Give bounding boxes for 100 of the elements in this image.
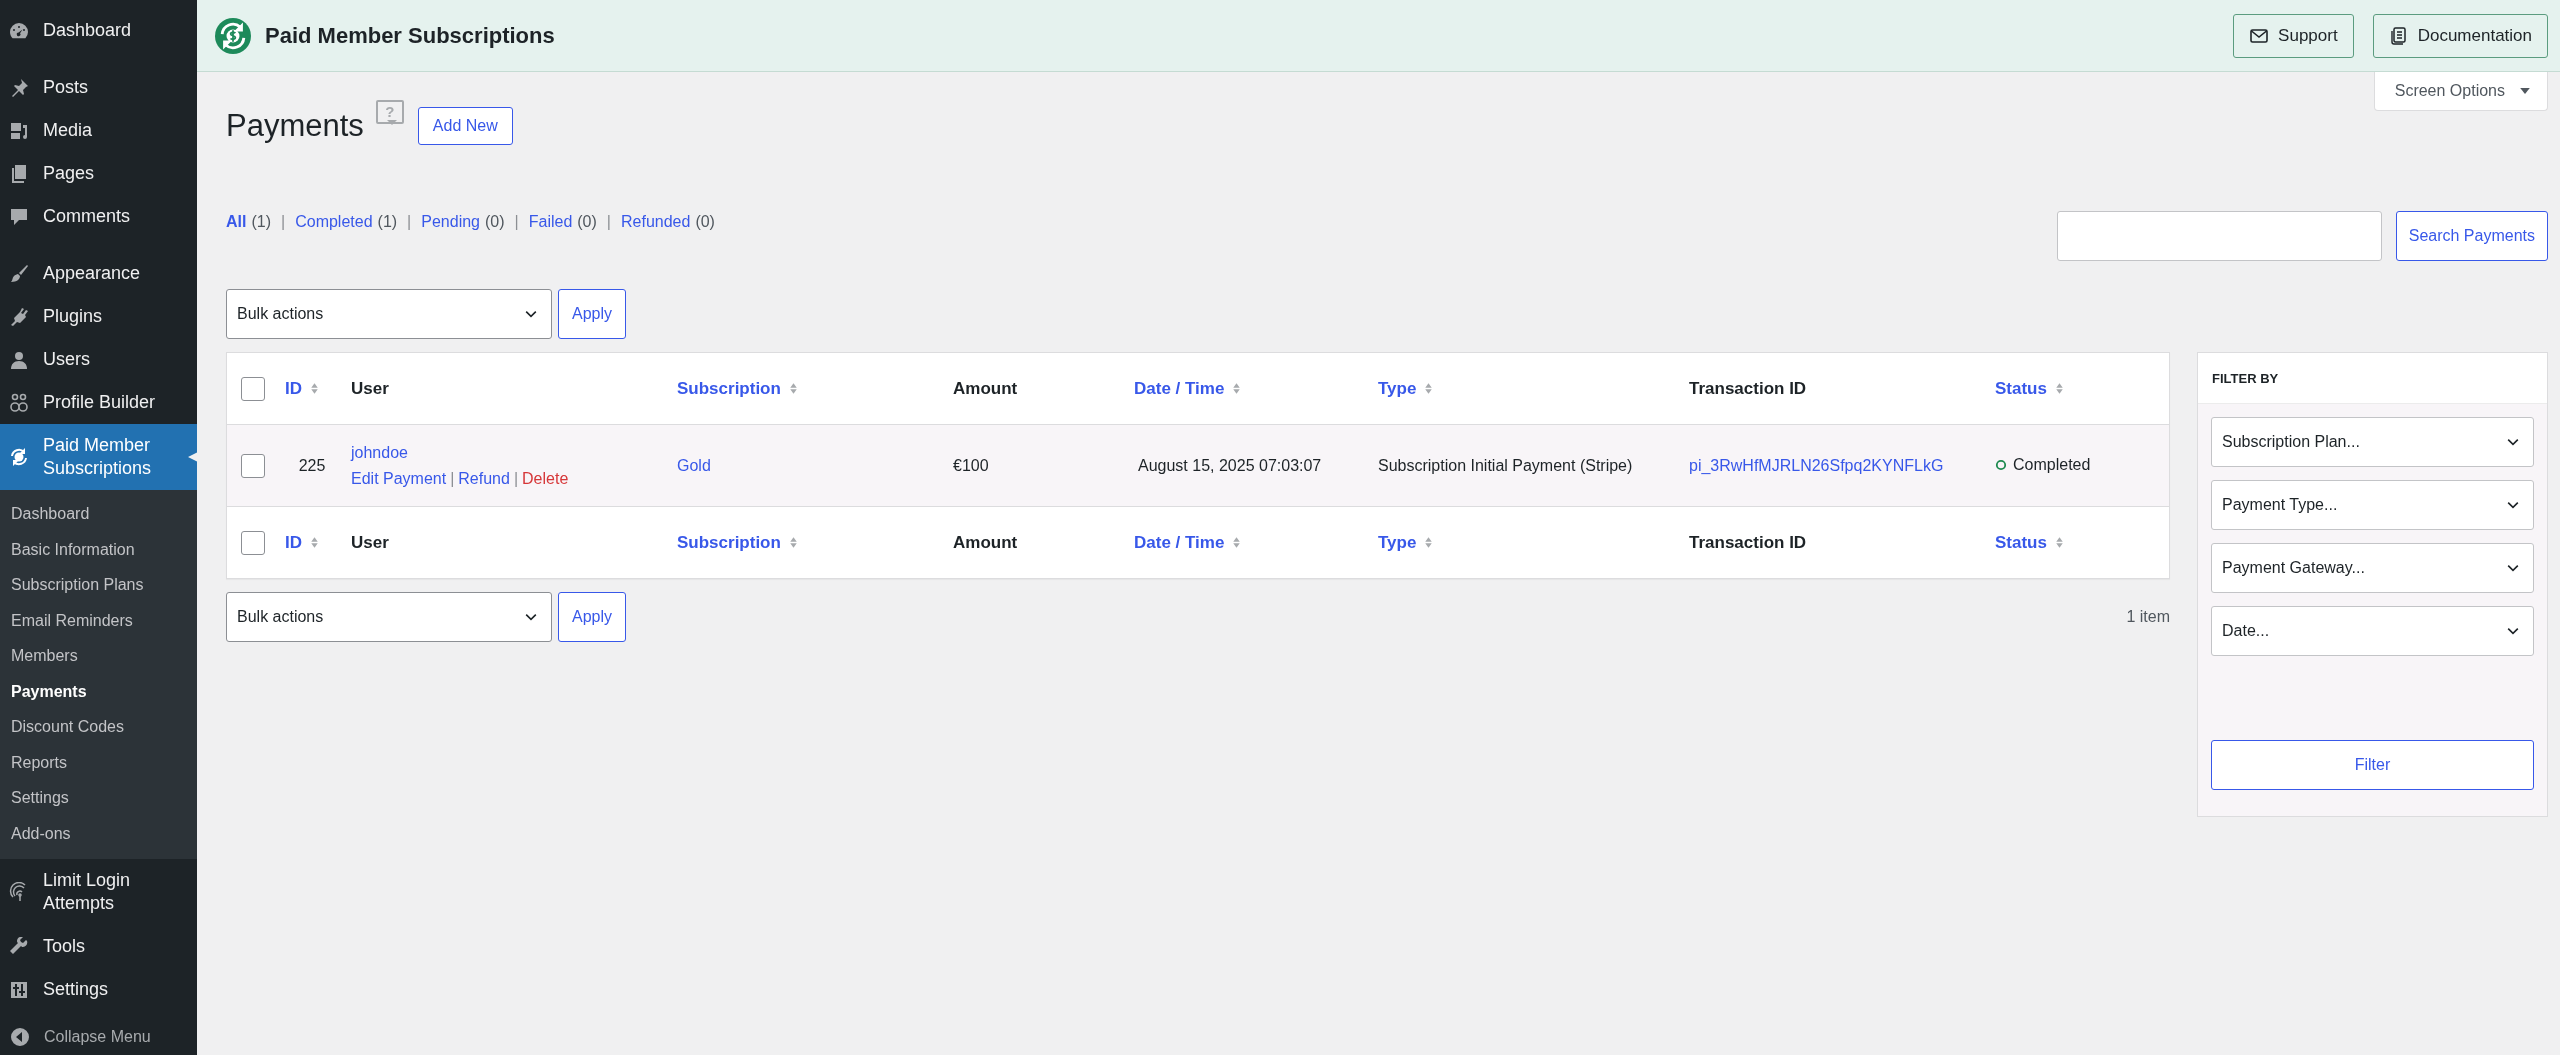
column-header-link[interactable]: Subscription xyxy=(677,532,781,552)
separator: | xyxy=(513,469,519,488)
filter-select[interactable]: Date... xyxy=(2211,606,2534,656)
menu-item[interactable]: Limit Login Attempts xyxy=(0,859,197,925)
submenu-item[interactable]: Members xyxy=(0,638,197,674)
row-checkbox[interactable] xyxy=(241,453,265,478)
submenu-item[interactable]: Discount Codes xyxy=(0,709,197,745)
collapse-arrow-icon xyxy=(10,1027,30,1047)
plugin-title: Paid Member Subscriptions xyxy=(265,22,555,49)
filter-link[interactable]: Pending xyxy=(421,213,480,231)
wrench-icon xyxy=(9,936,29,957)
separator: | xyxy=(606,213,611,231)
dollar-cycle-logo-icon xyxy=(215,17,251,54)
separator: | xyxy=(450,469,455,488)
filter-link[interactable]: Completed xyxy=(295,213,373,231)
search-field[interactable] xyxy=(2056,211,2382,261)
menu-item[interactable]: Settings xyxy=(0,968,197,1011)
menu-item[interactable]: Comments xyxy=(0,195,197,238)
separator: | xyxy=(407,213,412,231)
filter-link[interactable]: Failed xyxy=(528,213,573,231)
submenu-item[interactable]: Email Reminders xyxy=(0,602,197,638)
menu-item[interactable]: Paid Member Subscriptions xyxy=(0,424,197,490)
submenu-item[interactable]: Dashboard xyxy=(0,496,197,532)
filter-select[interactable]: Payment Type... xyxy=(2211,480,2534,530)
screen-options-tab[interactable]: Screen Options xyxy=(2373,72,2548,111)
column-header-link[interactable]: ID xyxy=(285,532,302,552)
media-icon xyxy=(9,120,29,141)
column-header: User xyxy=(351,378,389,398)
column-header: Transaction ID xyxy=(1689,378,1807,398)
filter-link[interactable]: All xyxy=(226,213,247,231)
menu-item[interactable]: Profile Builder xyxy=(0,381,197,424)
user-link[interactable]: johndoe xyxy=(351,443,408,461)
documents-icon xyxy=(2388,25,2409,46)
filter-button[interactable]: Filter xyxy=(2211,740,2534,790)
select-all-checkbox[interactable] xyxy=(241,530,265,555)
plug-icon xyxy=(9,306,29,327)
item-count: 1 item xyxy=(2126,608,2170,626)
header-button[interactable]: Documentation xyxy=(2372,13,2548,58)
count-text: (0) xyxy=(485,213,505,231)
menu-item[interactable]: Plugins xyxy=(0,295,197,338)
menu-item[interactable]: Users xyxy=(0,338,197,381)
count-text: (0) xyxy=(577,213,597,231)
menu-item[interactable]: Posts xyxy=(0,66,197,109)
collapse-menu-button[interactable]: Collapse Menu xyxy=(0,1019,197,1055)
column-header-link[interactable]: Status xyxy=(1995,532,2047,552)
paintbrush-icon xyxy=(9,263,29,284)
bulk-actions-select[interactable]: Bulk actions xyxy=(226,592,552,642)
column-header: Amount xyxy=(953,532,1018,552)
row-action-link[interactable]: Delete xyxy=(522,469,569,488)
column-header-link[interactable]: Type xyxy=(1378,532,1417,552)
table-cell: Subscription Initial Payment (Stripe) xyxy=(1378,456,1633,474)
apply-button[interactable]: Apply xyxy=(558,289,627,339)
submenu-item[interactable]: Settings xyxy=(0,780,197,816)
select-all-checkbox[interactable] xyxy=(241,376,265,401)
transaction-link[interactable]: pi_3RwHfMJRLN26Sfpq2KYNFLkG xyxy=(1689,456,1944,474)
ring-icon xyxy=(1995,459,2007,471)
menu-item[interactable]: Media xyxy=(0,109,197,152)
menu-item[interactable]: Dashboard xyxy=(0,9,197,52)
row-action-link[interactable]: Refund xyxy=(458,469,510,488)
plan-link[interactable]: Gold xyxy=(677,456,711,474)
bulk-actions-select[interactable]: Bulk actions xyxy=(226,289,552,339)
filter-select[interactable]: Payment Gateway... xyxy=(2211,543,2534,593)
submenu-item[interactable]: Add-ons xyxy=(0,815,197,851)
filter-link[interactable]: Refunded xyxy=(621,213,691,231)
column-header-link[interactable]: Date / Time xyxy=(1134,532,1225,552)
apply-button[interactable]: Apply xyxy=(558,592,627,642)
table-cell-text: 225 xyxy=(297,456,327,475)
submenu-item[interactable]: Payments xyxy=(0,673,197,709)
column-header-link[interactable]: Type xyxy=(1378,378,1417,398)
search-button[interactable]: Search Payments xyxy=(2395,211,2548,261)
two-circles-icon xyxy=(9,392,29,413)
submenu-item[interactable]: Subscription Plans xyxy=(0,567,197,603)
menu-item[interactable]: Pages xyxy=(0,152,197,195)
column-header-link[interactable]: Status xyxy=(1995,378,2047,398)
dashboard-gauge-icon xyxy=(9,20,29,41)
column-header-link[interactable]: Subscription xyxy=(677,378,781,398)
sliders-icon xyxy=(9,979,29,1000)
menu-item[interactable]: Tools xyxy=(0,925,197,968)
column-header: Amount xyxy=(953,378,1018,398)
header-button[interactable]: Support xyxy=(2233,13,2354,58)
column-header: Transaction ID xyxy=(1689,532,1807,552)
page-title: Payments xyxy=(226,108,364,144)
pages-icon xyxy=(9,163,29,184)
filter-select[interactable]: Subscription Plan... xyxy=(2211,417,2534,467)
column-header-link[interactable]: Date / Time xyxy=(1134,378,1225,398)
submenu-item[interactable]: Reports xyxy=(0,744,197,780)
column-header: User xyxy=(351,532,389,552)
submenu-item[interactable]: Basic Information xyxy=(0,531,197,567)
status-text: Completed xyxy=(2013,456,2091,474)
menu-item[interactable]: Appearance xyxy=(0,252,197,295)
table-cell: August 15, 2025 07:03:07 xyxy=(1138,456,1322,474)
row-action-link[interactable]: Edit Payment xyxy=(351,469,447,488)
count-text: (1) xyxy=(251,213,271,231)
table-cell: €100 xyxy=(953,456,989,474)
count-text: (1) xyxy=(377,213,398,231)
filter-panel-title: FILTER BY xyxy=(2198,353,2547,404)
column-header-link[interactable]: ID xyxy=(285,378,302,398)
speech-bubble-icon xyxy=(9,206,29,227)
separator: | xyxy=(514,213,519,231)
add-new-button[interactable]: Add New xyxy=(417,107,513,145)
